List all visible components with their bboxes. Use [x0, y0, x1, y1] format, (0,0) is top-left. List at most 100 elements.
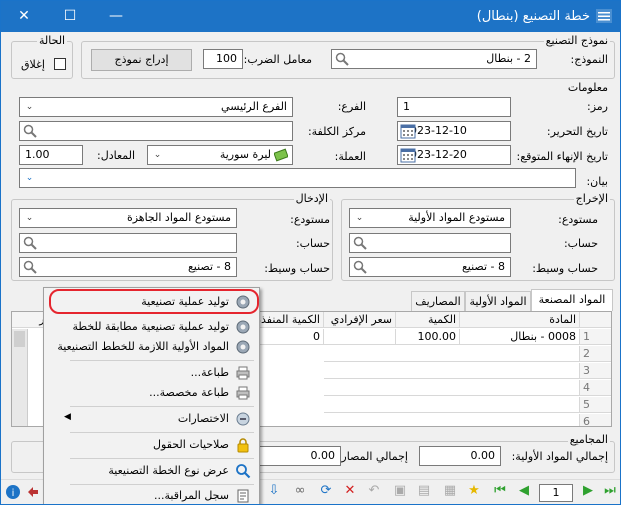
close-checkbox-label: إغلاق — [21, 58, 45, 71]
end-date-field[interactable]: 2023-12-20 — [397, 145, 511, 165]
grid-header-material[interactable]: المادة — [460, 312, 580, 328]
menu-item-generate-matching-process[interactable]: توليد عملية تصنيعية مطابقة للخطة — [44, 316, 259, 338]
chevron-down-icon[interactable]: ⌄ — [150, 148, 165, 162]
menu-item-label: صلاحيات الحقول — [153, 438, 229, 451]
totals-title: المجاميع — [567, 433, 610, 446]
cost-center-field[interactable] — [19, 121, 293, 141]
close-checkbox[interactable] — [54, 58, 66, 70]
star-icon[interactable]: ★ — [465, 481, 483, 501]
output-warehouse-label: مستودع: — [558, 213, 598, 226]
raw-total-field: 0.00 — [419, 446, 501, 466]
next-page-icon[interactable]: ▶ — [579, 481, 597, 501]
gear-icon — [236, 320, 250, 334]
grid-cell-material[interactable]: 0008 - بنطال — [460, 329, 580, 345]
menu-item-label: توليد عملية تصنيعية مطابقة للخطة — [72, 320, 229, 333]
menu-item-custom-print[interactable]: طباعة مخصصة... — [44, 382, 259, 404]
close-button[interactable]: ✕ — [1, 1, 47, 32]
grid-scrollbar[interactable] — [12, 329, 28, 426]
input-inter-account-label: حساب وسيط: — [264, 262, 330, 275]
search-icon[interactable] — [353, 236, 367, 250]
paste-icon[interactable]: ▤ — [415, 481, 433, 501]
end-date-label: تاريخ الإنهاء المتوقع: — [516, 150, 608, 163]
chevron-down-icon[interactable]: ⌄ — [22, 211, 37, 225]
menu-separator — [70, 360, 254, 361]
search-icon[interactable] — [23, 236, 37, 250]
output-warehouse-select[interactable]: مستودع المواد الأولية ⌄ — [349, 208, 511, 228]
statement-field[interactable]: ⌄ — [19, 168, 576, 188]
code-field[interactable]: 1 — [397, 97, 511, 117]
output-warehouse-value: مستودع المواد الأولية — [408, 211, 505, 224]
undo-icon[interactable]: ↶ — [365, 481, 383, 501]
app-window: خطة التصنيع (بنطال) ✕ ☐ — نموذج التصنيع … — [0, 0, 621, 505]
link-icon[interactable]: ∞ — [291, 481, 309, 501]
output-account-label: حساب: — [563, 237, 598, 250]
delete-icon[interactable]: ✕ — [341, 481, 359, 501]
chevron-down-icon[interactable]: ⌄ — [22, 171, 37, 185]
insert-template-button[interactable]: إدراج نموذج — [91, 49, 192, 71]
menu-item-required-raw-materials[interactable]: المواد الأولية اللازمة للخطط التصنيعية — [44, 336, 259, 358]
tab-expenses[interactable]: المصاريف — [411, 291, 465, 311]
prev-page-icon[interactable]: ◀ — [515, 481, 533, 501]
calendar-icon[interactable] — [400, 147, 416, 163]
search-icon[interactable] — [23, 260, 37, 274]
page-field[interactable]: 1 — [539, 484, 573, 502]
help-icon[interactable]: i — [5, 484, 21, 500]
grid-cell-done[interactable]: 0 — [252, 329, 324, 345]
input-inter-account-field[interactable]: 8 - تصنيع — [19, 257, 237, 277]
model-field[interactable]: 2 - بنطال — [331, 49, 537, 69]
maximize-button[interactable]: ☐ — [47, 1, 93, 32]
tab-raw-materials[interactable]: المواد الأولية — [465, 291, 531, 311]
grid-cell-qty[interactable]: 100.00 — [396, 329, 460, 345]
shortcut-icon — [236, 412, 250, 426]
grid-cell-price[interactable] — [324, 329, 396, 345]
table-row[interactable] — [324, 414, 580, 426]
row-number: 5 — [580, 397, 611, 413]
table-row[interactable] — [324, 380, 580, 396]
menu-item-audit-log[interactable]: سجل المراقبة... — [44, 485, 259, 504]
rate-field[interactable]: 1.00 — [19, 145, 83, 165]
back-icon[interactable] — [25, 484, 41, 500]
search-icon[interactable] — [353, 260, 367, 274]
multiplier-field[interactable]: 100 — [203, 49, 243, 69]
input-warehouse-select[interactable]: مستودع المواد الجاهزة ⌄ — [19, 208, 237, 228]
last-page-icon[interactable]: ⏭ — [601, 481, 619, 501]
chevron-down-icon[interactable]: ⌄ — [352, 211, 367, 225]
table-row[interactable] — [324, 397, 580, 413]
menu-item-field-permissions[interactable]: صلاحيات الحقول — [44, 434, 259, 456]
row-number: 6 — [580, 414, 611, 426]
currency-select[interactable]: ليرة سورية ⌄ — [147, 145, 293, 165]
minimize-button[interactable]: — — [93, 1, 139, 32]
menu-item-show-plan-type[interactable]: عرض نوع الخطة التصنيعية — [44, 460, 259, 482]
output-account-field[interactable] — [349, 233, 511, 253]
tab-manufactured-materials[interactable]: المواد المصنعة — [531, 289, 613, 311]
title-bar: خطة التصنيع (بنطال) ✕ ☐ — — [1, 1, 620, 32]
scrollbar-thumb[interactable] — [14, 331, 25, 347]
rate-label: المعادل: — [97, 149, 136, 162]
table-row[interactable] — [324, 363, 580, 379]
copy-icon[interactable]: ▣ — [391, 481, 409, 501]
input-account-field[interactable] — [19, 233, 237, 253]
menu-item-print[interactable]: طباعة... — [44, 362, 259, 384]
lock-icon — [237, 438, 249, 453]
input-warehouse-label: مستودع: — [290, 213, 330, 226]
table-row[interactable] — [324, 346, 580, 362]
first-page-icon[interactable]: ⏮ — [491, 481, 509, 501]
refresh-icon[interactable]: ⟳ — [317, 481, 335, 501]
grid-header-price[interactable]: سعر الإفرادي — [324, 312, 396, 328]
save-icon[interactable]: ▦ — [441, 481, 459, 501]
grid-header-qty[interactable]: الكمية — [396, 312, 460, 328]
row-number: 2 — [580, 346, 611, 362]
menu-item-shortcuts[interactable]: الاختصارات ◀ — [44, 408, 259, 430]
branch-select[interactable]: الفرع الرئيسي ⌄ — [19, 97, 293, 117]
output-inter-account-field[interactable]: 8 - تصنيع — [349, 257, 511, 277]
calendar-icon[interactable] — [400, 123, 416, 139]
import-icon[interactable]: ⇩ — [265, 481, 283, 501]
menu-item-label: سجل المراقبة... — [153, 489, 229, 502]
edit-date-field[interactable]: 2023-12-10 — [397, 121, 511, 141]
grid-header-done-qty[interactable]: الكمية المنفذة — [252, 312, 324, 328]
chevron-down-icon[interactable]: ⌄ — [22, 100, 37, 114]
menu-item-label: المواد الأولية اللازمة للخطط التصنيعية — [57, 340, 229, 353]
search-icon[interactable] — [23, 124, 37, 138]
input-account-label: حساب: — [295, 237, 330, 250]
search-icon[interactable] — [335, 52, 349, 66]
